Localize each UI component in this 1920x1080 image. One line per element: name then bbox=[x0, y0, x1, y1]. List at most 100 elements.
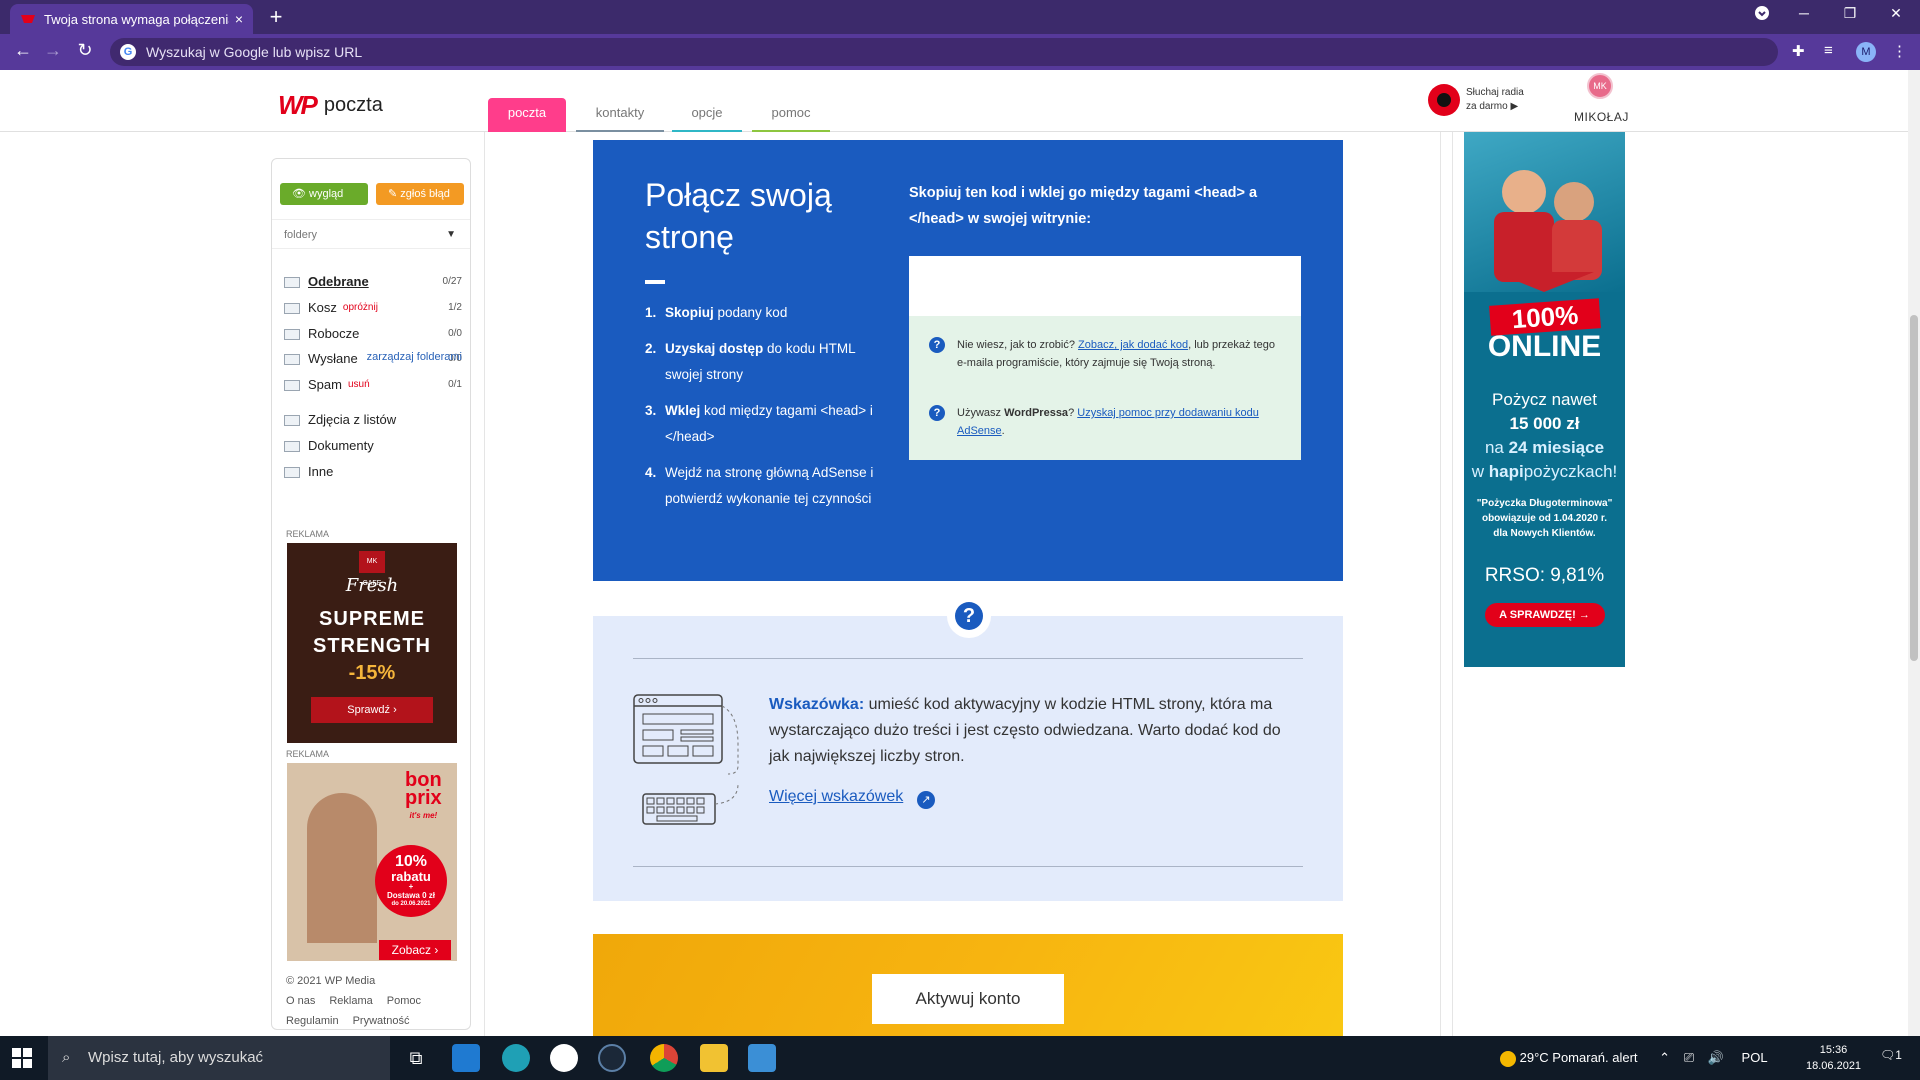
close-window-icon[interactable]: ✕ bbox=[1876, 5, 1916, 22]
browser-toolbar: ← → ↻ G Wyszukaj w Google lub wpisz URL … bbox=[0, 34, 1920, 70]
profile-avatar[interactable]: M bbox=[1856, 42, 1876, 62]
appearance-button[interactable]: 👁 wygląd bbox=[280, 183, 368, 205]
system-tray: 29°C Pomarań. alert ⌃ ⎚ 🔊 POL bbox=[1500, 1036, 1768, 1080]
file-explorer-icon[interactable] bbox=[700, 1044, 728, 1072]
step-item: 1. Skopiuj podany kod bbox=[645, 300, 885, 326]
user-avatar[interactable]: MK bbox=[1587, 73, 1613, 99]
report-label: zgłoś błąd bbox=[400, 188, 450, 200]
folder-label: Inne bbox=[308, 464, 334, 479]
folder-other[interactable]: Inne bbox=[284, 461, 462, 483]
address-placeholder: Wyszukaj w Google lub wpisz URL bbox=[146, 44, 363, 60]
mk-cafe-ad[interactable]: MK CAFE Fresh SUPREME STRENGTH -15% Spra… bbox=[287, 543, 457, 743]
footer-link-terms[interactable]: Regulamin bbox=[286, 1015, 339, 1027]
folder-drafts[interactable]: Robocze 0/0 bbox=[284, 323, 462, 345]
footer-link-about[interactable]: O nas bbox=[286, 995, 315, 1007]
code-snippet-box[interactable] bbox=[909, 256, 1301, 316]
folder-icon bbox=[284, 466, 300, 478]
discount-badge: 10% rabatu + Dostawa 0 zł do 20.06.2021 bbox=[375, 845, 447, 917]
clock-app-icon[interactable] bbox=[550, 1044, 578, 1072]
step-bold: Wklej bbox=[665, 403, 701, 418]
extensions-icon[interactable]: ✚ bbox=[1792, 42, 1805, 60]
new-tab-button[interactable]: + bbox=[262, 4, 290, 30]
back-icon[interactable]: ← bbox=[10, 40, 36, 61]
minimize-icon[interactable]: ─ bbox=[1784, 5, 1824, 21]
step-number: 4. bbox=[645, 465, 657, 480]
folder-trash[interactable]: Kosz opróżnij 1/2 bbox=[284, 297, 462, 319]
radio-line2: za darmo bbox=[1466, 101, 1508, 112]
menu-kebab-icon[interactable]: ⋮ bbox=[1892, 42, 1907, 60]
tab-mail[interactable]: poczta bbox=[488, 98, 566, 132]
weather-text[interactable]: 29°C Pomarań. alert bbox=[1520, 1050, 1638, 1065]
steam-icon[interactable] bbox=[598, 1044, 626, 1072]
more-tips-link[interactable]: Więcej wskazówek bbox=[769, 788, 903, 806]
ad-cta-label: A SPRAWDZĘ! bbox=[1499, 609, 1576, 621]
windows-start-icon[interactable] bbox=[12, 1048, 32, 1068]
username[interactable]: MIKOŁAJ bbox=[1574, 110, 1629, 124]
footer-link-help[interactable]: Pomoc bbox=[387, 995, 421, 1007]
steps-list: 1. Skopiuj podany kod 2. Uzyskaj dostęp do … bbox=[645, 300, 885, 522]
wp-poczta-logo[interactable]: WP poczta bbox=[278, 90, 383, 121]
report-bug-button[interactable]: ✎ zgłoś błąd bbox=[376, 183, 464, 205]
bonprix-ad[interactable]: bon prix it's me! 10% rabatu + Dostawa 0… bbox=[287, 763, 457, 961]
manage-folders-link[interactable]: zarządzaj folderami bbox=[367, 351, 462, 363]
folder-action[interactable]: usuń bbox=[348, 374, 370, 396]
reload-icon[interactable]: ↻ bbox=[72, 40, 98, 61]
ad2-cta-button[interactable]: Zobacz › bbox=[379, 940, 451, 960]
how-to-add-code-link[interactable]: Zobacz, jak dodać kod bbox=[1078, 339, 1188, 351]
folder-action[interactable]: opróżnij bbox=[343, 297, 378, 319]
folders-dropdown[interactable]: foldery ▼ bbox=[272, 219, 470, 249]
folder-label: Wysłane bbox=[308, 351, 358, 366]
ad-cta-button[interactable]: A SPRAWDZĘ! → bbox=[1484, 603, 1605, 627]
language-indicator[interactable]: POL bbox=[1742, 1050, 1768, 1065]
tab-options[interactable]: opcje bbox=[672, 98, 742, 132]
taskbar-search[interactable]: ⌕ Wpisz tutaj, aby wyszukać bbox=[48, 1036, 390, 1080]
volume-icon[interactable]: 🔊 bbox=[1708, 1050, 1724, 1065]
photos-icon[interactable] bbox=[748, 1044, 776, 1072]
folder-documents[interactable]: Dokumenty bbox=[284, 435, 462, 457]
tab-search-icon[interactable] bbox=[1742, 5, 1782, 24]
tab-contacts[interactable]: kontakty bbox=[576, 98, 664, 132]
play-icon: ▶ bbox=[1510, 101, 1519, 112]
copy-instruction: Skopiuj ten kod i wklej go między tagami… bbox=[909, 185, 1258, 227]
footer-link-privacy[interactable]: Prywatność bbox=[353, 1015, 410, 1027]
folder-spam[interactable]: Spam usuń 0/1 bbox=[284, 374, 462, 396]
ad-rrso: RRSO: 9,81% bbox=[1484, 565, 1605, 586]
restore-icon[interactable]: ❐ bbox=[1830, 5, 1870, 22]
forward-icon[interactable]: → bbox=[40, 40, 66, 61]
ad-fine-print: "Pożyczka Długoterminowa" obowiązuje od … bbox=[1476, 498, 1613, 539]
sidebar-footer: © 2021 WP Media O nas Reklama Pomoc Regula… bbox=[286, 971, 435, 1031]
envelope-icon bbox=[284, 276, 300, 288]
tab-close-icon[interactable]: × bbox=[235, 11, 243, 27]
tab-label: kontakty bbox=[595, 105, 645, 120]
network-icon[interactable]: ⎚ bbox=[1684, 1050, 1694, 1065]
copyright: © 2021 WP Media bbox=[286, 975, 376, 987]
folder-photos[interactable]: Zdjęcia z listów bbox=[284, 409, 462, 431]
taskbar-clock[interactable]: 15:36 18.06.2021 bbox=[1806, 1042, 1861, 1074]
edge-icon[interactable] bbox=[502, 1044, 530, 1072]
step-number: 2. bbox=[645, 341, 657, 356]
folder-inbox[interactable]: Odebrane 0/27 bbox=[284, 271, 462, 293]
tray-chevron-icon[interactable]: ⌃ bbox=[1659, 1050, 1670, 1065]
chrome-icon[interactable] bbox=[650, 1044, 678, 1072]
activate-account-button[interactable]: Aktywuj konto bbox=[872, 974, 1064, 1024]
notifications-icon[interactable]: 🗨1 bbox=[1880, 1048, 1902, 1062]
media-queue-icon[interactable]: ≡ bbox=[1824, 42, 1833, 59]
ad1-cta-button[interactable]: Sprawdź › bbox=[311, 697, 433, 723]
scrollbar-thumb[interactable] bbox=[1910, 315, 1918, 661]
page-scrollbar[interactable] bbox=[1908, 70, 1920, 1036]
step-item: 3. Wklej kod między tagami <head> i </hea… bbox=[645, 398, 885, 450]
task-view-icon[interactable]: ⧉ bbox=[402, 1044, 430, 1072]
external-link-icon[interactable]: ↗ bbox=[917, 791, 935, 809]
folder-count: 1/2 bbox=[448, 302, 462, 313]
footer-link-ads[interactable]: Reklama bbox=[329, 995, 372, 1007]
tab-help[interactable]: pomoc bbox=[752, 98, 830, 132]
step-item: 4. Wejdź na stronę główną AdSense i potwi… bbox=[645, 460, 885, 512]
bonprix-bottom: prix bbox=[405, 787, 442, 809]
ad-label: REKLAMA bbox=[286, 529, 330, 539]
address-bar[interactable]: G Wyszukaj w Google lub wpisz URL bbox=[110, 38, 1778, 66]
google-icon: G bbox=[120, 44, 136, 60]
radio-promo[interactable]: Słuchaj radia za darmo ▶ bbox=[1428, 84, 1524, 116]
hapipozyczki-ad[interactable]: 100% ONLINE Pożycz nawet 15 000 zł na 24… bbox=[1464, 132, 1625, 667]
browser-tab[interactable]: Twoja strona wymaga połączenia × bbox=[10, 4, 253, 34]
mail-app-icon[interactable] bbox=[452, 1044, 480, 1072]
